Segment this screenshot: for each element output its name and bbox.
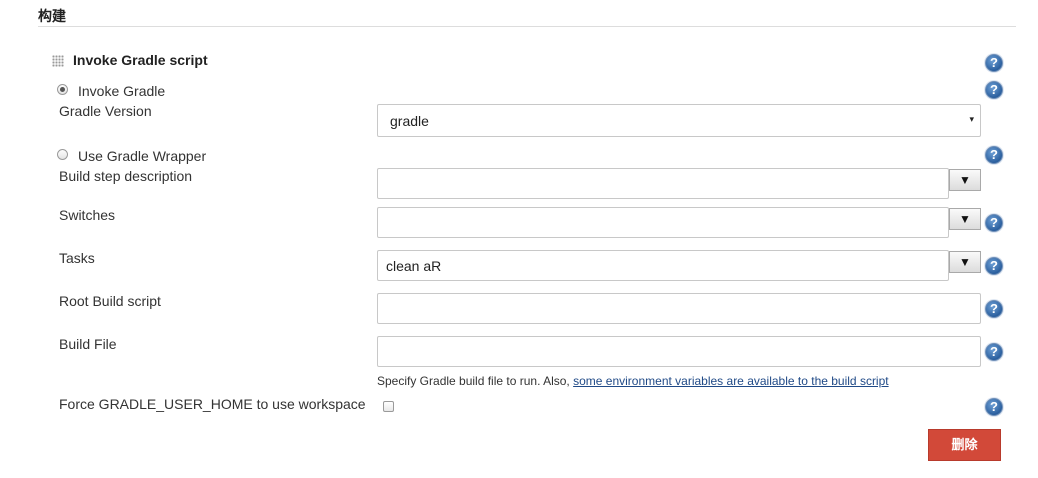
gradle-version-label: Gradle Version — [59, 103, 152, 119]
switches-input[interactable] — [377, 207, 949, 238]
use-gradle-wrapper-radio[interactable] — [57, 149, 68, 160]
help-icon[interactable]: ? — [985, 54, 1003, 72]
build-file-input[interactable] — [377, 336, 981, 367]
invoke-gradle-label: Invoke Gradle — [78, 83, 166, 99]
help-icon[interactable]: ? — [985, 257, 1003, 275]
build-file-hint-text: Specify Gradle build file to run. Also, — [377, 374, 574, 388]
build-file-hint: Specify Gradle build file to run. Also, … — [377, 374, 889, 388]
help-icon[interactable]: ? — [985, 146, 1003, 164]
help-icon[interactable]: ? — [985, 398, 1003, 416]
expand-textbox-button[interactable]: ▼ — [949, 251, 981, 273]
switches-label: Switches — [59, 207, 116, 223]
chevron-down-icon: ▾ — [969, 114, 974, 124]
root-build-script-input[interactable] — [377, 293, 981, 324]
section-divider — [38, 26, 1016, 27]
force-gradle-user-home-checkbox[interactable] — [383, 401, 394, 412]
build-file-label: Build File — [59, 336, 117, 352]
environment-variables-link[interactable]: some environment variables are available… — [573, 374, 889, 388]
root-build-script-label: Root Build script — [59, 293, 161, 309]
tasks-label: Tasks — [59, 250, 95, 266]
tasks-input[interactable] — [377, 250, 949, 281]
build-step-title: Invoke Gradle script — [73, 52, 208, 68]
help-icon[interactable]: ? — [985, 214, 1003, 232]
help-icon[interactable]: ? — [985, 343, 1003, 361]
delete-button[interactable]: 删除 — [928, 429, 1001, 461]
build-step-description-input[interactable] — [377, 168, 949, 199]
invoke-gradle-radio[interactable] — [57, 84, 68, 95]
gradle-version-select[interactable]: gradle ▾ — [377, 104, 981, 137]
gradle-version-value: gradle — [390, 113, 429, 129]
section-title: 构建 — [38, 8, 66, 24]
expand-textbox-button[interactable]: ▼ — [949, 169, 981, 191]
drag-handle-icon[interactable] — [52, 55, 64, 67]
help-icon[interactable]: ? — [985, 81, 1003, 99]
build-step-description-label: Build step description — [59, 168, 193, 184]
use-gradle-wrapper-label: Use Gradle Wrapper — [78, 148, 207, 164]
expand-textbox-button[interactable]: ▼ — [949, 208, 981, 230]
help-icon[interactable]: ? — [985, 300, 1003, 318]
force-gradle-user-home-label: Force GRADLE_USER_HOME to use workspace — [59, 396, 366, 412]
